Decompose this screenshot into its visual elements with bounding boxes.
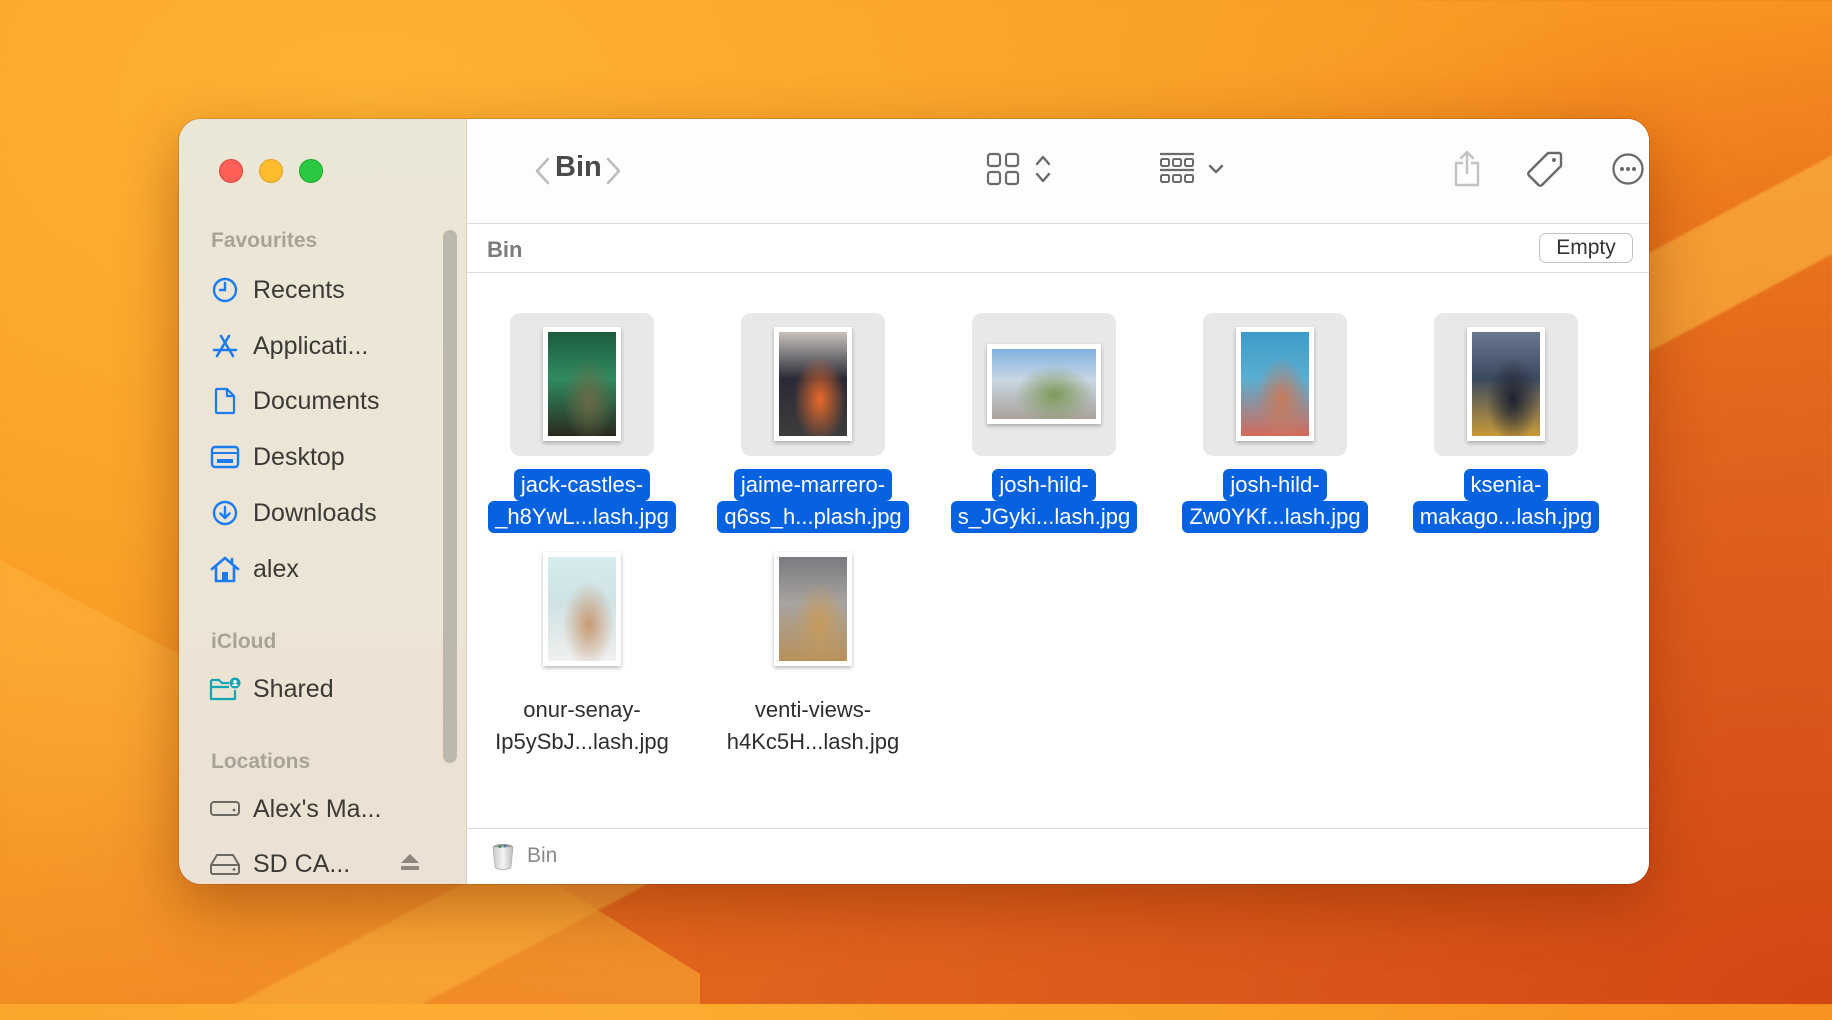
toolbar: Bin [467,119,1649,224]
image-preview [548,332,616,436]
external-drive-icon [209,848,241,880]
file-name-line: jack-castles- [513,469,651,501]
sidebar-item-desktop[interactable]: Desktop [209,437,429,477]
finder-window: Favourites Recents Applicati... Document… [179,119,1649,884]
status-label: Bin [527,844,558,867]
bin-header-title: Bin [487,237,523,262]
shared-folder-icon [209,673,241,705]
sidebar-item-label: alex [253,554,299,583]
sidebar-item-label: Applicati... [253,331,369,360]
sidebar-item-recents[interactable]: Recents [209,270,429,310]
trash-icon [491,842,515,875]
tag-icon [1526,150,1564,193]
file-name-line: _h8YwL...lash.jpg [488,501,676,533]
window-title: Bin [555,151,602,183]
sidebar-section-favourites: Favourites [211,229,318,252]
close-button[interactable] [219,159,243,183]
file-name: jaime-marrero-q6ss_h...plash.jpg [698,469,928,533]
sidebar: Favourites Recents Applicati... Document… [179,119,467,884]
file-name-line: josh-hild- [992,469,1096,501]
bin-header: Bin Empty [467,224,1649,273]
main-content: Bin Bin Empty jack-castles- _h8YwL...las… [467,119,1649,884]
sidebar-item-label: Downloads [253,498,377,527]
sidebar-item-sd-card[interactable]: SD CA... [209,844,429,884]
icon-grid-view-icon [986,152,1020,191]
sidebar-item-home[interactable]: alex [209,549,429,589]
sidebar-item-documents[interactable]: Documents [209,381,429,421]
file-name-line: ksenia- [1463,469,1549,501]
eject-button[interactable] [399,852,421,877]
document-icon [209,385,241,417]
sidebar-item-shared[interactable]: Shared [209,669,429,709]
sidebar-item-macintosh-hd[interactable]: Alex's Ma... [209,789,429,829]
share-icon [1452,150,1482,193]
sidebar-item-downloads[interactable]: Downloads [209,493,429,533]
image-preview [1472,332,1540,436]
sidebar-item-label: Alex's Ma... [253,794,382,823]
sidebar-section-icloud: iCloud [211,630,277,653]
desktop-icon [209,441,241,473]
file-name: venti-views-h4Kc5H...lash.jpg [698,694,928,758]
file-grid: jack-castles- _h8YwL...lash.jpg jaime-marr… [467,273,1649,828]
file-name: jack-castles- _h8YwL...lash.jpg [467,469,697,533]
file-thumbnail [1236,327,1314,441]
group-by-button[interactable] [1151,152,1231,191]
file-thumbnail [987,344,1101,424]
file-name: josh-hild-s_JGyki...lash.jpg [929,469,1159,533]
file-thumbnail [543,552,621,666]
minimize-button[interactable] [259,159,283,183]
sidebar-item-applications[interactable]: Applicati... [209,326,429,366]
view-mode-button[interactable] [979,152,1059,191]
tag-button[interactable] [1523,151,1567,189]
file-name-line: h4Kc5H...lash.jpg [726,729,900,754]
file-thumbnail [774,327,852,441]
image-preview [779,332,847,436]
file-name-line: Ip5ySbJ...lash.jpg [495,729,669,754]
file-thumbnail [774,552,852,666]
empty-bin-button[interactable]: Empty [1539,233,1633,263]
chevron-up-down-icon [1034,153,1052,190]
file-thumbnail [1467,327,1545,441]
image-preview [548,557,616,661]
file-name-line: josh-hild- [1223,469,1327,501]
file-name: ksenia-makago...lash.jpg [1391,469,1621,533]
group-by-icon [1158,152,1196,191]
sidebar-item-label: Shared [253,674,334,703]
internal-drive-icon [209,793,241,825]
sidebar-item-label: SD CA... [253,849,351,878]
file-name-line: onur-senay- [523,697,641,722]
sidebar-item-label: Desktop [253,442,345,471]
download-icon [209,497,241,529]
home-icon [209,553,241,585]
more-actions-icon [1611,152,1645,191]
file-name-line: venti-views- [754,697,872,722]
file-name-line: Zw0YKf...lash.jpg [1182,501,1368,533]
file-name-line: makago...lash.jpg [1412,501,1600,533]
applications-icon [209,330,241,362]
file-name: josh-hild- Zw0YKf...lash.jpg [1160,469,1390,533]
image-preview [1241,332,1309,436]
file-name-line: s_JGyki...lash.jpg [950,501,1138,533]
sidebar-item-label: Documents [253,386,380,415]
image-preview [992,349,1096,419]
sidebar-section-locations: Locations [211,750,311,773]
sidebar-item-label: Recents [253,275,345,304]
file-thumbnail [543,327,621,441]
more-actions-button[interactable] [1603,152,1649,191]
file-name: onur-senay- Ip5ySbJ...lash.jpg [467,694,697,758]
share-button[interactable] [1447,150,1487,189]
file-name-line: q6ss_h...plash.jpg [717,501,909,533]
chevron-down-icon [1208,162,1224,180]
sidebar-scrollbar[interactable] [443,230,457,763]
maximize-button[interactable] [299,159,323,183]
image-preview [779,557,847,661]
status-bar: Bin [467,828,1649,884]
file-name-line: jaime-marrero- [733,469,893,501]
clock-icon [209,274,241,306]
